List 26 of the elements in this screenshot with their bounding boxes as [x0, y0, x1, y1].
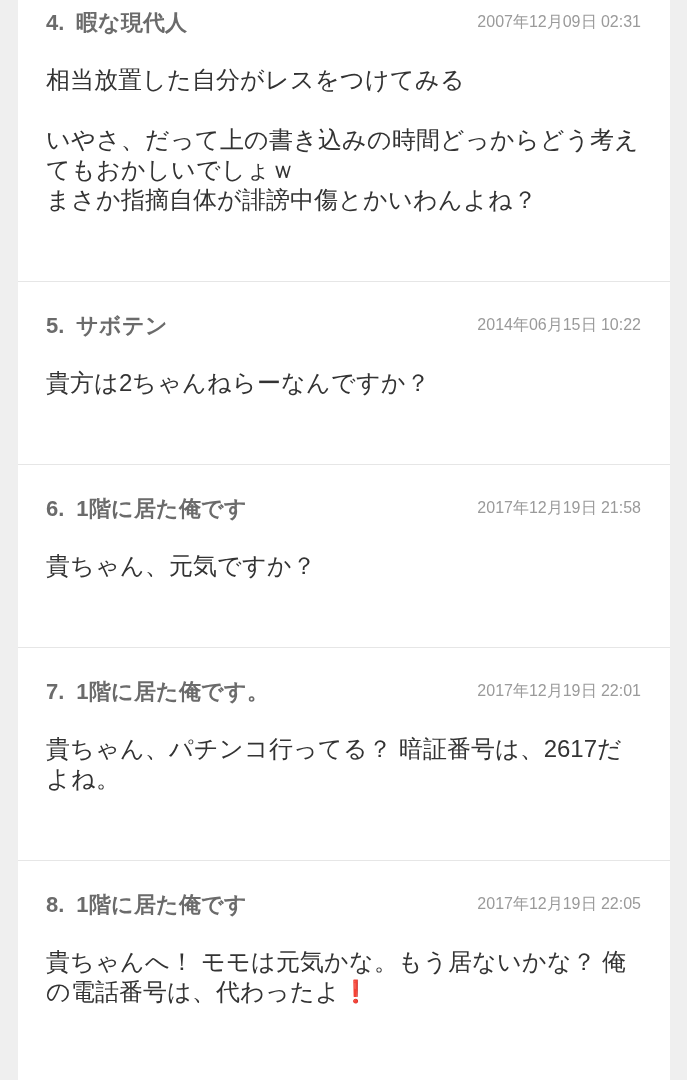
post-number: 8. — [46, 890, 65, 919]
body-text-line: 貴ちゃんへ！ モモは元気かな。もう居ないかな？ 俺 — [46, 947, 627, 977]
author-name: 1階に居た俺です — [76, 890, 247, 919]
post-date: 2017年12月19日 21:58 — [477, 498, 641, 518]
exclamation-mark: ❗ — [342, 978, 369, 1006]
post-number: 7. — [46, 677, 65, 706]
author-name: 1階に居た俺です — [76, 494, 247, 523]
post-date: 2014年06月15日 10:22 — [477, 315, 641, 335]
body-text-line: 貴方は2ちゃんねらーなんですか？ — [46, 368, 431, 398]
author-name: サボテン — [76, 311, 169, 340]
author-name: 1階に居た俺です。 — [76, 677, 269, 706]
post-date: 2017年12月19日 22:05 — [477, 894, 641, 914]
body-text-line: の電話番号は、代わったよ — [46, 977, 340, 1007]
body-text-line: いやさ、だって上の書き込みの時間どっからどう考え — [46, 125, 639, 155]
post-date: 2007年12月09日 02:31 — [477, 12, 641, 32]
body-text-line: 貴ちゃん、元気ですか？ — [46, 551, 316, 581]
body-text-line: 貴ちゃん、パチンコ行ってる？ 暗証番号は、2617だ — [46, 734, 623, 764]
post-number: 4. — [46, 8, 65, 37]
post-number: 6. — [46, 494, 65, 523]
body-text-line: よね。 — [46, 764, 120, 794]
body-text-line: てもおかしいでしょｗ — [46, 155, 295, 185]
body-text-line: 相当放置した自分がレスをつけてみる — [46, 65, 465, 95]
post-date: 2017年12月19日 22:01 — [477, 681, 641, 701]
body-text-line: まさか指摘自体が誹謗中傷とかいわんよね？ — [46, 185, 537, 215]
post-number: 5. — [46, 311, 65, 340]
author-name: 暇な現代人 — [76, 8, 188, 37]
